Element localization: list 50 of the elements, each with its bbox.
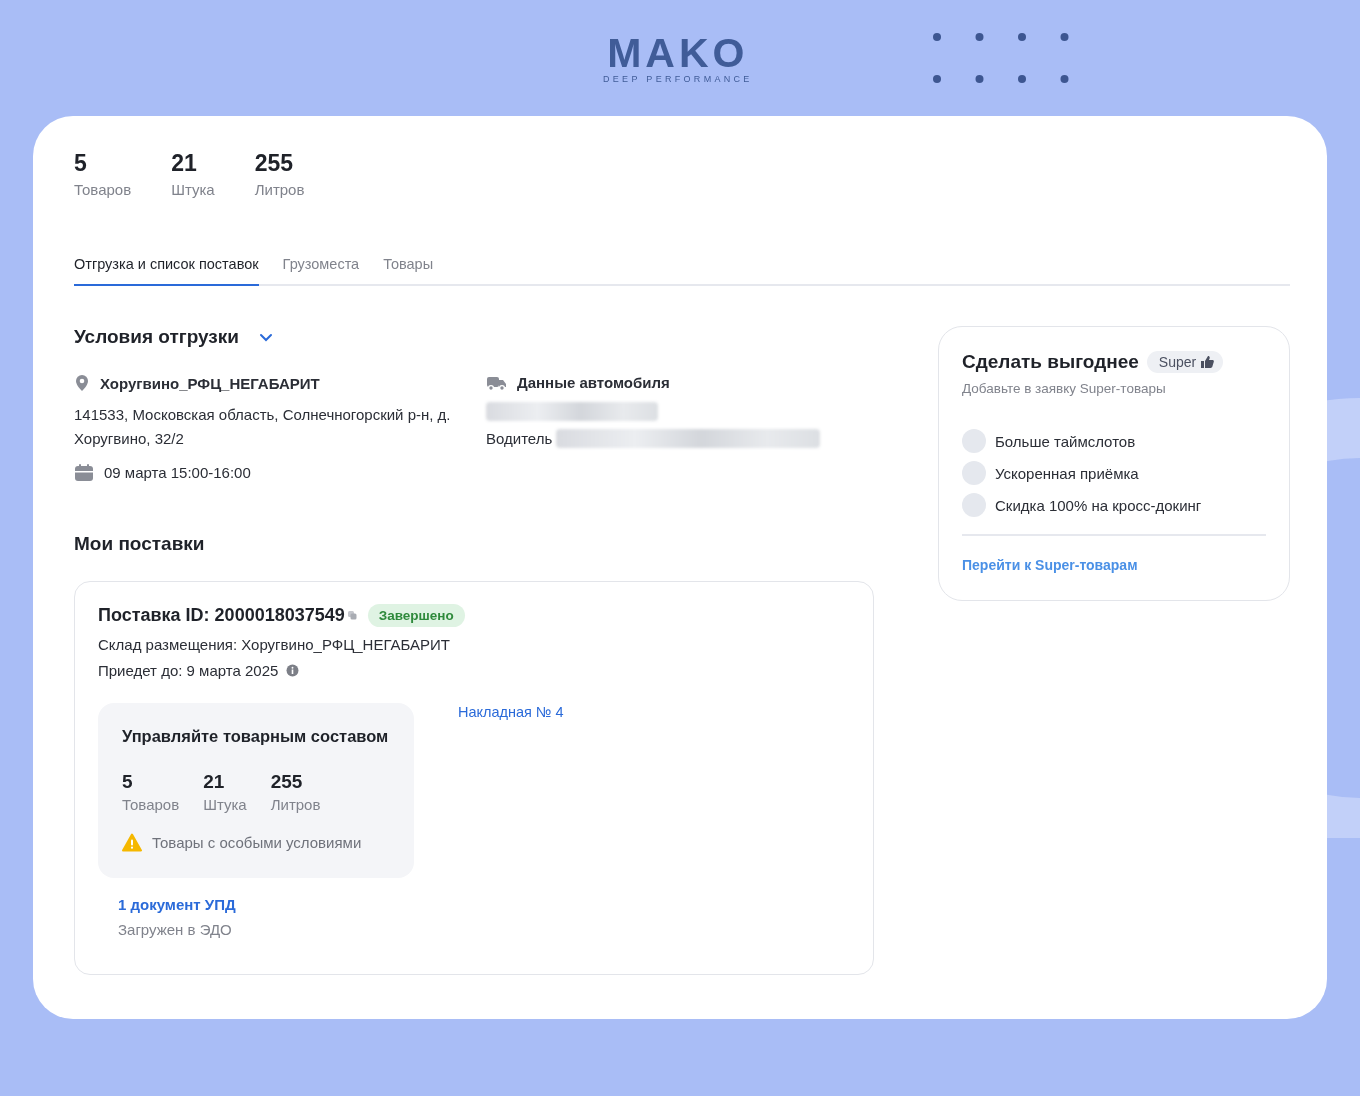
copy-icon [346,610,358,621]
logo-tagline: DEEP PERFORMANCE [603,74,753,84]
benefit-text: Скидка 100% на кросс-докинг [995,496,1202,514]
stat-label: Товаров [122,796,180,813]
stat-label: Товаров [74,181,132,198]
stat-value: 255 [270,771,304,793]
stat-label: Литров [270,796,321,813]
panel-title: Управляйте товарным составом [122,727,390,746]
super-link[interactable]: Перейти к Super-товарам [962,557,1138,573]
benefit-text: Больше таймслотов [995,432,1136,450]
truck-icon [486,374,507,391]
section-title: Мои поставки [74,533,206,555]
promo-title: Сделать выгоднее [962,351,1139,373]
benefit-text: Ускоренная приёмка [995,464,1139,482]
stat-value: 5 [74,150,88,177]
thumbs-up-icon [1200,355,1215,369]
info-icon [286,664,300,677]
super-badge: Super [1146,351,1224,373]
status-badge: Завершено [367,604,465,627]
document-link[interactable]: 1 документ УПД [118,896,850,913]
tab[interactable]: Товары [383,256,434,286]
stat-value: 21 [171,150,198,177]
vehicle-title: Данные автомобиля [517,374,670,391]
bullet-icon [962,429,986,453]
stat-label: Штука [171,181,215,198]
stat-value: 255 [254,150,295,177]
promo-subtitle: Добавьте в заявку Super-товары [962,381,1167,396]
warning-icon [122,833,142,852]
stat-value: 21 [203,771,226,793]
bullet-icon [962,493,986,517]
calendar-icon [74,463,94,482]
time-slot: 09 марта 15:00-16:00 [104,464,251,481]
warehouse-text: Склад размещения: Хоругвино_РФЦ_НЕГАБАРИТ [98,636,450,653]
stat-label: Штука [203,796,247,813]
address: 141533, Московская область, Солнечногорский р-н, д. Хоругвино, 32/2 [74,405,452,449]
pin-icon [74,374,90,392]
stat-value: 5 [122,771,134,793]
section-title: Условия отгрузки [74,326,239,348]
stat-label: Литров [254,181,305,198]
warning-text: Товары с особыми условиями [152,834,362,851]
tab[interactable]: Грузоместа [282,256,360,286]
arrival-text: Приедет до: 9 марта 2025 [98,662,279,679]
driver-label: Водитель [486,430,553,447]
document-status: Загружен в ЭДО [118,921,233,938]
warehouse-name: Хоругвино_РФЦ_НЕГАБАРИТ [100,374,320,392]
bullet-icon [962,461,986,485]
tab[interactable]: Отгрузка и список поставок [74,256,259,286]
delivery-id: Поставка ID: 2000018037549 [98,605,345,626]
logo-title: MAKO [607,34,749,72]
invoice-link[interactable]: Накладная № 4 [458,704,564,720]
